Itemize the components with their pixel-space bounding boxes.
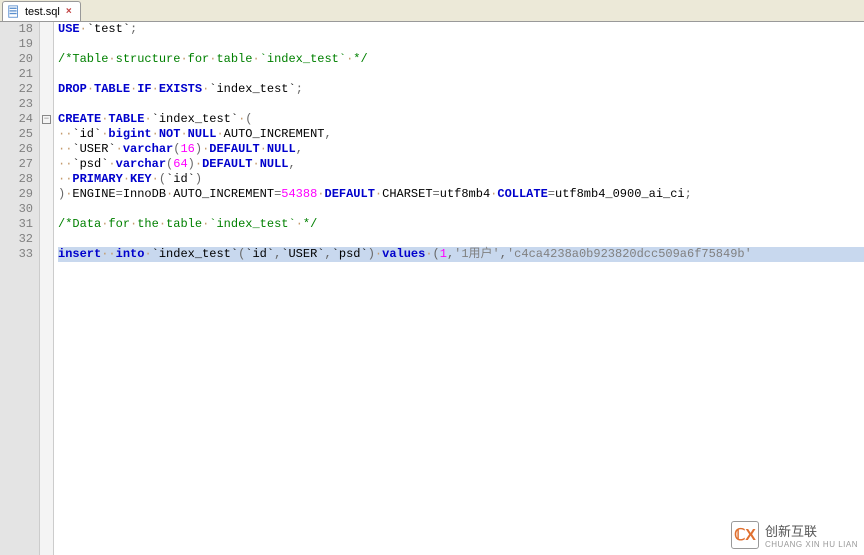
line-number: 21 [0, 67, 33, 82]
tab-filename: test.sql [25, 6, 60, 18]
code-editor[interactable]: 18192021222324252627282930313233 − USE·`… [0, 22, 864, 555]
code-line[interactable] [58, 202, 864, 217]
code-line-highlighted[interactable]: insert··into·`index_test`(`id`,`USER`,`p… [58, 247, 864, 262]
line-number: 30 [0, 202, 33, 217]
line-number: 31 [0, 217, 33, 232]
line-number: 20 [0, 52, 33, 67]
line-number: 27 [0, 157, 33, 172]
code-line[interactable]: /*Data·for·the·table·`index_test`·*/ [58, 217, 864, 232]
code-line[interactable]: USE·`test`; [58, 22, 864, 37]
code-line[interactable]: ··`USER`·varchar(16)·DEFAULT·NULL, [58, 142, 864, 157]
line-number: 29 [0, 187, 33, 202]
line-number: 19 [0, 37, 33, 52]
watermark-title: 创新互联 [765, 521, 858, 540]
code-line[interactable] [58, 37, 864, 52]
code-line[interactable] [58, 232, 864, 247]
code-line[interactable]: ··`id`·bigint·NOT·NULL·AUTO_INCREMENT, [58, 127, 864, 142]
code-line[interactable]: CREATE·TABLE·`index_test`·( [58, 112, 864, 127]
code-line[interactable]: ··`psd`·varchar(64)·DEFAULT·NULL, [58, 157, 864, 172]
line-number: 23 [0, 97, 33, 112]
sql-file-icon [7, 5, 21, 19]
line-number: 28 [0, 172, 33, 187]
close-tab-icon[interactable]: × [64, 6, 74, 17]
fold-collapse-icon[interactable]: − [42, 115, 51, 124]
code-line[interactable]: )·ENGINE=InnoDB·AUTO_INCREMENT=54388·DEF… [58, 187, 864, 202]
code-line[interactable] [58, 67, 864, 82]
tab-bar: test.sql × [0, 0, 864, 22]
line-number: 18 [0, 22, 33, 37]
code-line[interactable]: DROP·TABLE·IF·EXISTS·`index_test`; [58, 82, 864, 97]
line-number: 26 [0, 142, 33, 157]
code-line[interactable] [58, 97, 864, 112]
fold-gutter[interactable]: − [40, 22, 54, 555]
code-line[interactable]: ··PRIMARY·KEY·(`id`) [58, 172, 864, 187]
watermark-logo: ℂX [731, 521, 759, 549]
file-tab[interactable]: test.sql × [2, 1, 81, 21]
line-number-gutter: 18192021222324252627282930313233 [0, 22, 40, 555]
code-line[interactable]: /*Table·structure·for·table·`index_test`… [58, 52, 864, 67]
line-number: 25 [0, 127, 33, 142]
line-number: 24 [0, 112, 33, 127]
line-number: 22 [0, 82, 33, 97]
code-area[interactable]: USE·`test`; /*Table·structure·for·table·`… [54, 22, 864, 555]
line-number: 32 [0, 232, 33, 247]
watermark-sub: CHUANG XIN HU LIAN [765, 540, 858, 549]
line-number: 33 [0, 247, 33, 262]
watermark: ℂX 创新互联 CHUANG XIN HU LIAN [731, 521, 858, 549]
